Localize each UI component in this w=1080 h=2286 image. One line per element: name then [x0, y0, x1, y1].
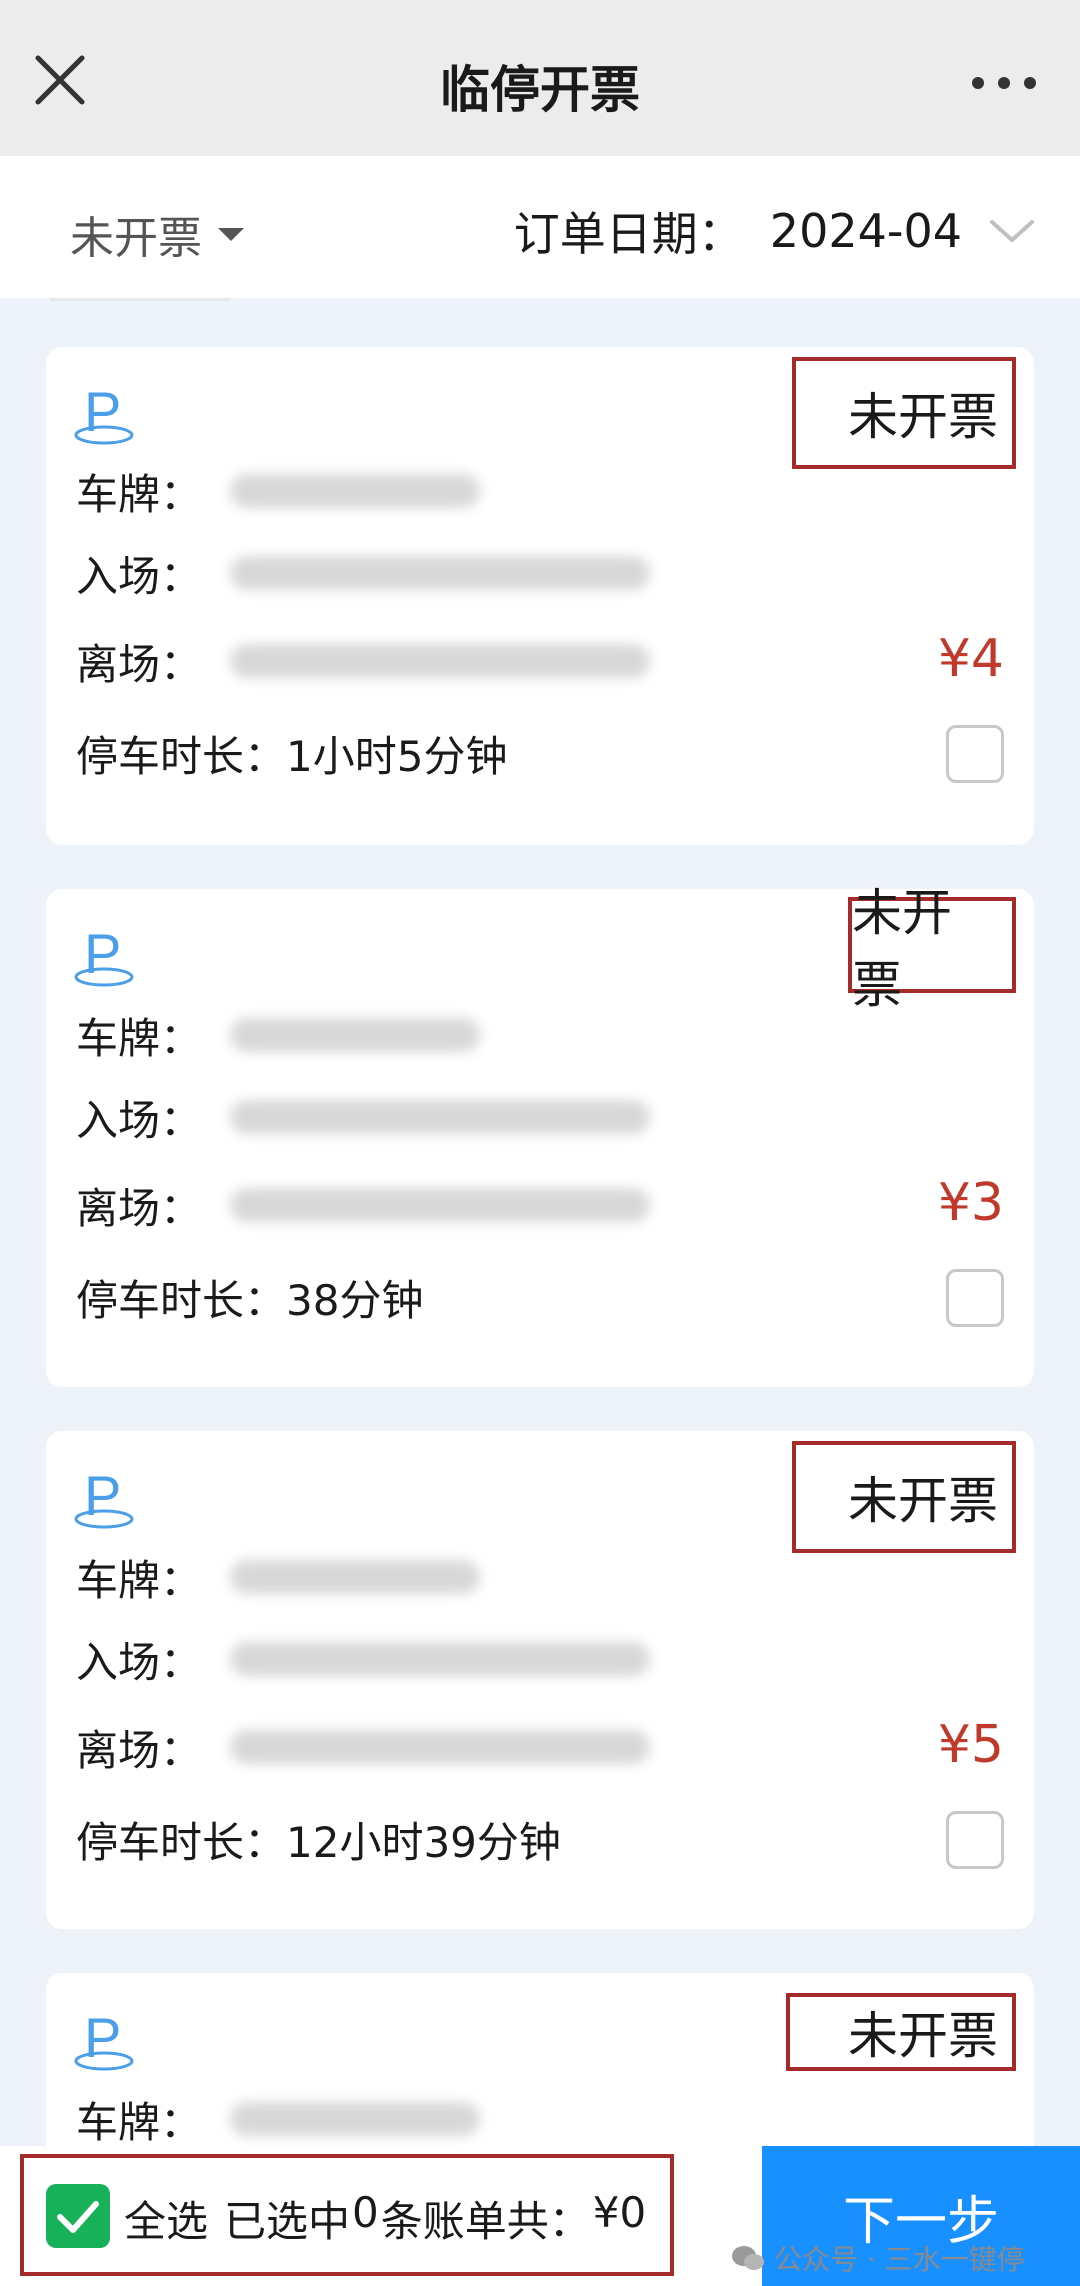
watermark-text: 公众号 · 三水一键停 — [774, 2243, 1025, 2276]
parking-icon: P — [74, 922, 134, 987]
exit-time-redacted — [230, 1730, 651, 1764]
entry-time-redacted — [230, 1100, 651, 1134]
chevron-down-icon — [990, 220, 1034, 242]
plate-value-redacted — [230, 2102, 481, 2136]
parking-icon: P — [74, 2006, 134, 2071]
status-filter-dropdown[interactable]: 未开票 — [70, 202, 244, 266]
order-date-value: 2024-04 — [769, 204, 962, 258]
order-card[interactable]: P 未开票 车牌： 入场： 离场： ¥3 停车时长： 38分钟 — [46, 884, 1034, 1387]
parking-icon: P — [74, 1464, 134, 1529]
duration-value: 12小时39分钟 — [286, 1817, 561, 1867]
entry-row: 入场： — [76, 1087, 651, 1147]
select-all-label: 全选 — [124, 2197, 209, 2246]
plate-value-redacted — [230, 1560, 481, 1594]
exit-label: 离场： — [76, 1725, 203, 1775]
invoice-status: 未开票 — [786, 1993, 1016, 2071]
duration-row: 停车时长： 12小时39分钟 — [76, 1809, 561, 1869]
plate-label: 车牌： — [76, 1013, 203, 1063]
wechat-icon — [732, 2246, 764, 2270]
status-filter-label: 未开票 — [70, 213, 202, 264]
dropdown-arrow-icon — [218, 227, 244, 241]
order-checkbox[interactable] — [946, 725, 1004, 783]
exit-label: 离场： — [76, 1183, 203, 1233]
plate-row: 车牌： — [76, 1005, 481, 1065]
order-amount: ¥5 — [937, 1715, 1004, 1775]
duration-label: 停车时长： — [76, 1275, 287, 1325]
plate-row: 车牌： — [76, 1547, 481, 1607]
svg-text:P: P — [84, 380, 121, 443]
invoice-status: 未开票 — [848, 884, 1016, 1014]
duration-label: 停车时长： — [76, 1817, 287, 1867]
exit-row: 离场： — [76, 1717, 651, 1777]
order-checkbox[interactable] — [946, 1269, 1004, 1327]
order-card[interactable]: P 未开票 车牌： — [46, 1973, 1034, 2173]
exit-row: 离场： — [76, 631, 651, 691]
bottom-action-bar: 全选 已选中 0 条账单共： ¥0 下一步 公众号 · 三水一键停 — [0, 2146, 1080, 2286]
entry-label: 入场： — [76, 551, 203, 601]
plate-value-redacted — [230, 474, 481, 508]
order-checkbox[interactable] — [946, 1811, 1004, 1869]
order-amount: ¥3 — [937, 1173, 1004, 1233]
select-all-area: 全选 已选中 0 条账单共： ¥0 — [20, 2154, 674, 2276]
entry-row: 入场： — [76, 1629, 651, 1689]
duration-label: 停车时长： — [76, 731, 287, 781]
page-title: 临停开票 — [440, 61, 640, 119]
title-bar: 临停开票 — [0, 0, 1080, 156]
select-all-checkbox[interactable] — [46, 2184, 110, 2248]
order-card[interactable]: P 未开票 车牌： 入场： 离场： ¥5 停车时长： 12小时39分钟 — [46, 1431, 1034, 1929]
plate-label: 车牌： — [76, 469, 203, 519]
entry-row: 入场： — [76, 543, 651, 603]
invoice-status: 未开票 — [792, 357, 1016, 469]
plate-row: 车牌： — [76, 461, 481, 521]
watermark: 公众号 · 三水一键停 — [730, 2238, 1025, 2278]
filter-bar: 未开票 订单日期： 2024-04 — [0, 156, 1080, 298]
duration-row: 停车时长： 38分钟 — [76, 1267, 423, 1327]
invoice-status: 未开票 — [792, 1441, 1016, 1553]
entry-label: 入场： — [76, 1095, 203, 1145]
plate-value-redacted — [230, 1018, 481, 1052]
entry-label: 入场： — [76, 1637, 203, 1687]
plate-label: 车牌： — [76, 1555, 203, 1605]
exit-time-redacted — [230, 644, 651, 678]
entry-time-redacted — [230, 1642, 651, 1676]
duration-value: 38分钟 — [286, 1275, 424, 1325]
tab-indicator — [50, 298, 230, 301]
selection-summary: 已选中 0 条账单共： ¥0 — [224, 2188, 646, 2249]
summary-prefix: 已选中 — [224, 2197, 351, 2246]
parking-icon: P — [74, 380, 134, 445]
order-amount: ¥4 — [937, 629, 1004, 689]
duration-row: 停车时长： 1小时5分钟 — [76, 723, 507, 783]
plate-label: 车牌： — [76, 2097, 203, 2147]
duration-value: 1小时5分钟 — [286, 731, 508, 781]
svg-text:P: P — [84, 2006, 121, 2069]
exit-label: 离场： — [76, 639, 203, 689]
entry-time-redacted — [230, 556, 651, 590]
svg-text:P: P — [84, 922, 121, 985]
order-date-label: 订单日期： — [513, 207, 744, 261]
plate-row: 车牌： — [76, 2089, 481, 2149]
svg-text:P: P — [84, 1464, 121, 1527]
more-options-icon[interactable] — [968, 68, 1040, 98]
selected-count: 0 — [352, 2188, 379, 2237]
order-date-filter[interactable]: 订单日期： 2024-04 — [514, 198, 1036, 264]
order-card[interactable]: P 未开票 车牌： 入场： 离场： ¥4 停车时长： 1小时5分钟 — [46, 347, 1034, 845]
summary-mid: 条账单共： — [380, 2197, 591, 2246]
exit-time-redacted — [230, 1188, 651, 1222]
total-amount: ¥0 — [592, 2188, 647, 2237]
exit-row: 离场： — [76, 1175, 651, 1235]
